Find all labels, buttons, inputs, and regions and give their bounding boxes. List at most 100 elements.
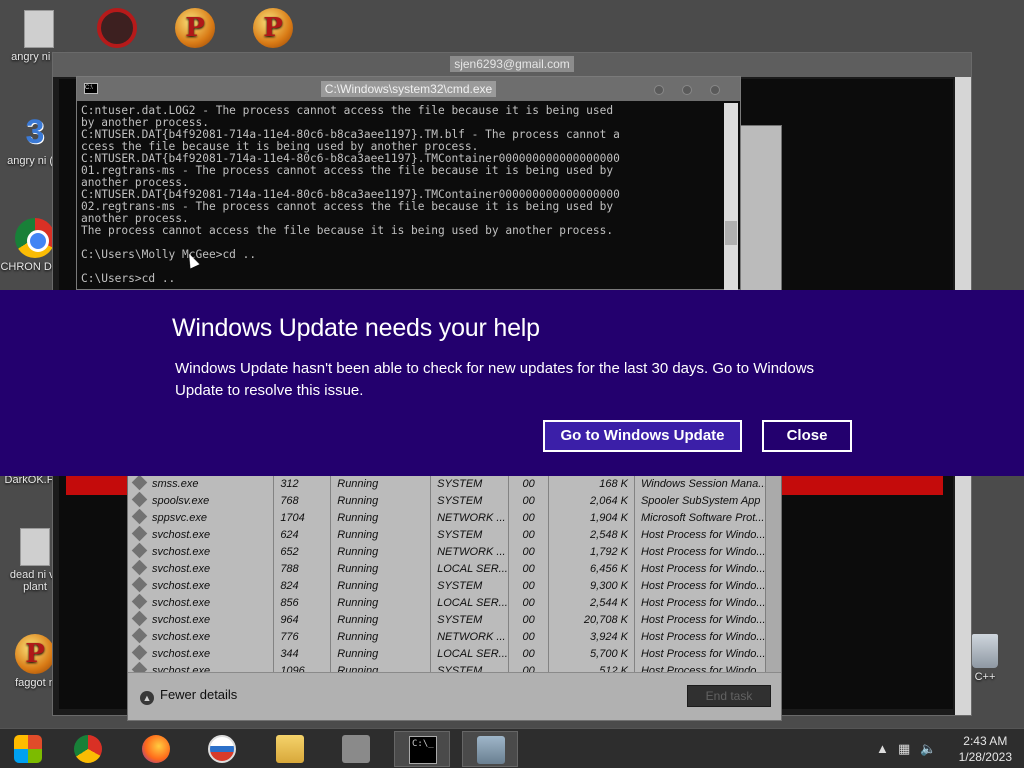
process-row[interactable]: svchost.exe 652 Running NETWORK ... 00 1,792 … [128,543,769,560]
process-cpu-cell: 00 [508,543,550,560]
desktop-icon[interactable]: P [238,8,308,51]
desktop-icon[interactable]: P [160,8,230,51]
process-memory-cell: 3,924 K [548,628,635,645]
process-description-cell: Windows Session Mana... [634,475,769,492]
process-status-cell: Running [330,560,432,577]
p-app-icon: P [253,8,293,48]
process-user-cell: SYSTEM [430,577,510,594]
taskbar-chrome[interactable] [60,731,116,767]
process-name-cell: svchost.exe [128,543,275,560]
process-user-cell: LOCAL SER... [430,594,510,611]
start-button[interactable] [0,731,56,767]
process-cpu-cell: 00 [508,526,550,543]
fewer-details-button[interactable]: ▲ Fewer details [140,687,237,705]
process-cpu-cell: 00 [508,645,550,662]
taskbar-cmd[interactable]: C:\_ [394,731,450,767]
process-user-cell: SYSTEM [430,526,510,543]
process-pid-cell: 788 [273,560,332,577]
fewer-details-label: Fewer details [160,687,238,702]
process-row[interactable]: svchost.exe 776 Running NETWORK ... 00 3,924 … [128,628,769,645]
red-band [66,475,128,495]
cmd-output[interactable]: C:ntuser.dat.LOG2 - The process cannot a… [81,105,721,285]
process-pid-cell: 624 [273,526,332,543]
maximize-button[interactable] [682,85,692,95]
process-status-cell: Running [330,645,432,662]
taskbar-tools[interactable] [328,731,384,767]
process-description-cell: Host Process for Windo... [634,526,769,543]
taskbar-internet-explorer[interactable] [194,731,250,767]
process-name: svchost.exe [152,648,211,660]
process-status-cell: Running [330,526,432,543]
process-row[interactable]: svchost.exe 788 Running LOCAL SER... 00 6,456… [128,560,769,577]
process-description-cell: Host Process for Windo... [634,543,769,560]
cmd-title: C:\Windows\system32\cmd.exe [320,81,497,97]
clock-time: 2:43 AM [963,734,1008,748]
process-pid-cell: 312 [273,475,332,492]
process-icon [131,509,148,525]
process-icon [131,543,148,559]
process-pid-cell: 964 [273,611,332,628]
close-banner-button[interactable]: Close [762,420,852,452]
show-hidden-icons-icon[interactable]: ▲ [876,741,889,756]
process-user-cell: NETWORK ... [430,628,510,645]
p-app-icon: P [175,8,215,48]
network-icon[interactable]: ▦ [898,741,910,757]
process-user-cell: LOCAL SER... [430,645,510,662]
file-icon [24,10,54,48]
process-name-cell: smss.exe [128,475,275,492]
go-to-windows-update-button[interactable]: Go to Windows Update [543,420,742,452]
process-list-scrollbar[interactable] [765,475,781,673]
process-cpu-cell: 00 [508,560,550,577]
close-button[interactable] [710,85,720,95]
process-status-cell: Running [330,475,432,492]
cmd-scrollbar-thumb[interactable] [725,221,737,245]
process-pid-cell: 344 [273,645,332,662]
process-row[interactable]: spoolsv.exe 768 Running SYSTEM 00 2,064 K Spoo… [128,492,769,509]
cmd-titlebar[interactable]: C:\ C:\Windows\system32\cmd.exe [77,77,740,101]
clock[interactable]: 2:43 AM 1/28/2023 [959,733,1012,765]
process-cpu-cell: 00 [508,594,550,611]
volume-icon[interactable]: 🔈 [920,741,936,757]
process-row[interactable]: smss.exe 312 Running SYSTEM 00 168 K Windows S… [128,475,769,492]
process-pid-cell: 652 [273,543,332,560]
process-memory-cell: 2,548 K [548,526,635,543]
process-status-cell: Running [330,594,432,611]
windows-update-banner: Windows Update needs your help Windows U… [0,290,1024,476]
p-app-icon: P [15,634,55,674]
process-status-cell: Running [330,577,432,594]
taskbar-firefox[interactable] [128,731,184,767]
process-memory-cell: 9,300 K [548,577,635,594]
process-memory-cell: 6,456 K [548,560,635,577]
process-name-cell: svchost.exe [128,628,275,645]
cmd-scrollbar[interactable] [724,103,738,291]
background-window-titlebar[interactable]: sjen6293@gmail.com [53,53,971,77]
end-task-button[interactable]: End task [687,685,771,707]
desktop-icon[interactable] [82,8,152,51]
process-table: smss.exe 312 Running SYSTEM 00 168 K Windows S… [128,475,769,679]
process-pid-cell: 856 [273,594,332,611]
process-pid-cell: 824 [273,577,332,594]
process-row[interactable]: svchost.exe 824 Running SYSTEM 00 9,300 K Host… [128,577,769,594]
tools-icon [342,735,370,763]
taskbar-task-manager[interactable] [462,731,518,767]
taskbar-file-explorer[interactable] [262,731,318,767]
process-status-cell: Running [330,492,432,509]
recycle-bin-icon [972,634,998,668]
process-row[interactable]: svchost.exe 964 Running SYSTEM 00 20,708 K Hos… [128,611,769,628]
process-row[interactable]: sppsvc.exe 1704 Running NETWORK ... 00 1,904 … [128,509,769,526]
task-manager-icon [477,736,505,764]
process-name: svchost.exe [152,580,211,592]
minimize-button[interactable] [654,85,664,95]
cmd-window[interactable]: C:\ C:\Windows\system32\cmd.exe C:ntuser… [76,76,741,291]
process-cpu-cell: 00 [508,611,550,628]
windows-update-message: Windows Update hasn't been able to check… [175,360,815,399]
process-row[interactable]: svchost.exe 344 Running LOCAL SER... 00 5,700… [128,645,769,662]
taskbar: C:\_ ▲ ▦ 🔈 2:43 AM 1/28/2023 [0,728,1024,768]
process-pid-cell: 776 [273,628,332,645]
process-pid-cell: 768 [273,492,332,509]
windows-update-title: Windows Update needs your help [172,314,540,342]
process-row[interactable]: svchost.exe 856 Running LOCAL SER... 00 2,544… [128,594,769,611]
process-name: svchost.exe [152,529,211,541]
process-row[interactable]: svchost.exe 624 Running SYSTEM 00 2,548 K Host… [128,526,769,543]
internet-explorer-icon [208,735,236,763]
